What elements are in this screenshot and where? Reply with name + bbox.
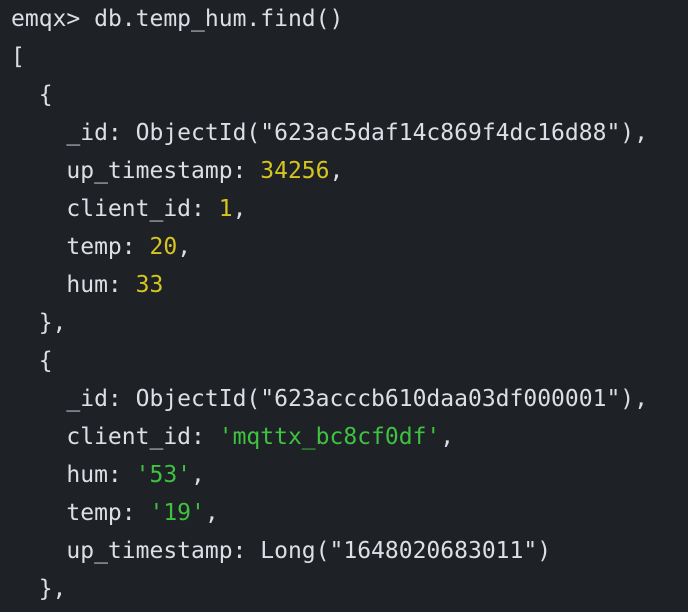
doc1-client-id-field: client_id: 1,	[66, 196, 247, 222]
doc1-id-field: _id: ObjectId("623ac5daf14c869f4dc16d88"…	[66, 120, 648, 146]
doc1-hum-field: hum: 33	[11, 266, 163, 304]
command-line: emqx> db.temp_hum.find()	[11, 0, 343, 38]
doc1-timestamp-field: up_timestamp: 34256,	[66, 158, 344, 184]
field-key: hum:	[66, 272, 136, 298]
doc1-temp-field: temp: 20,	[66, 234, 192, 260]
field-value: 34256	[260, 158, 330, 184]
doc1-open-brace: {	[38, 82, 53, 108]
field-value: 'mqttx_bc8cf0df'	[218, 424, 441, 450]
field-key: _id:	[66, 120, 136, 146]
field-value: 1	[218, 196, 233, 222]
field-value: '19'	[149, 500, 205, 526]
doc1-close-brace: },	[38, 310, 67, 336]
field-key: temp:	[66, 234, 150, 260]
field-value: '53'	[135, 462, 192, 488]
field-key: up_timestamp:	[66, 538, 261, 564]
field-key: client_id:	[66, 424, 219, 450]
shell-prompt: emqx>	[11, 6, 95, 32]
field-value: 33	[135, 272, 164, 298]
doc2-client-id-field: client_id: 'mqttx_bc8cf0df',	[66, 424, 455, 450]
doc2-hum-field: hum: '53',	[66, 462, 205, 488]
field-value: Long("1648020683011")	[260, 538, 552, 564]
doc2-timestamp-field: up_timestamp: Long("1648020683011")	[11, 532, 551, 570]
field-value: ObjectId("623acccb610daa03df000001")	[135, 386, 635, 412]
field-key: temp:	[66, 500, 150, 526]
field-key: up_timestamp:	[66, 158, 261, 184]
field-key: client_id:	[66, 196, 219, 222]
field-key: hum:	[66, 462, 136, 488]
command-text: db.temp_hum.find()	[94, 6, 344, 32]
result-open-bracket: [	[11, 44, 25, 70]
doc2-id-field: _id: ObjectId("623acccb610daa03df000001"…	[66, 386, 648, 412]
field-value: ObjectId("623ac5daf14c869f4dc16d88")	[135, 120, 635, 146]
field-value: 20	[149, 234, 178, 260]
doc2-open-brace: {	[38, 348, 53, 374]
doc2-temp-field: temp: '19',	[66, 500, 219, 526]
doc2-close-brace: },	[38, 576, 67, 602]
mongo-shell-terminal[interactable]: emqx> db.temp_hum.find() [ { _id: Object…	[0, 0, 688, 612]
field-key: _id:	[66, 386, 136, 412]
